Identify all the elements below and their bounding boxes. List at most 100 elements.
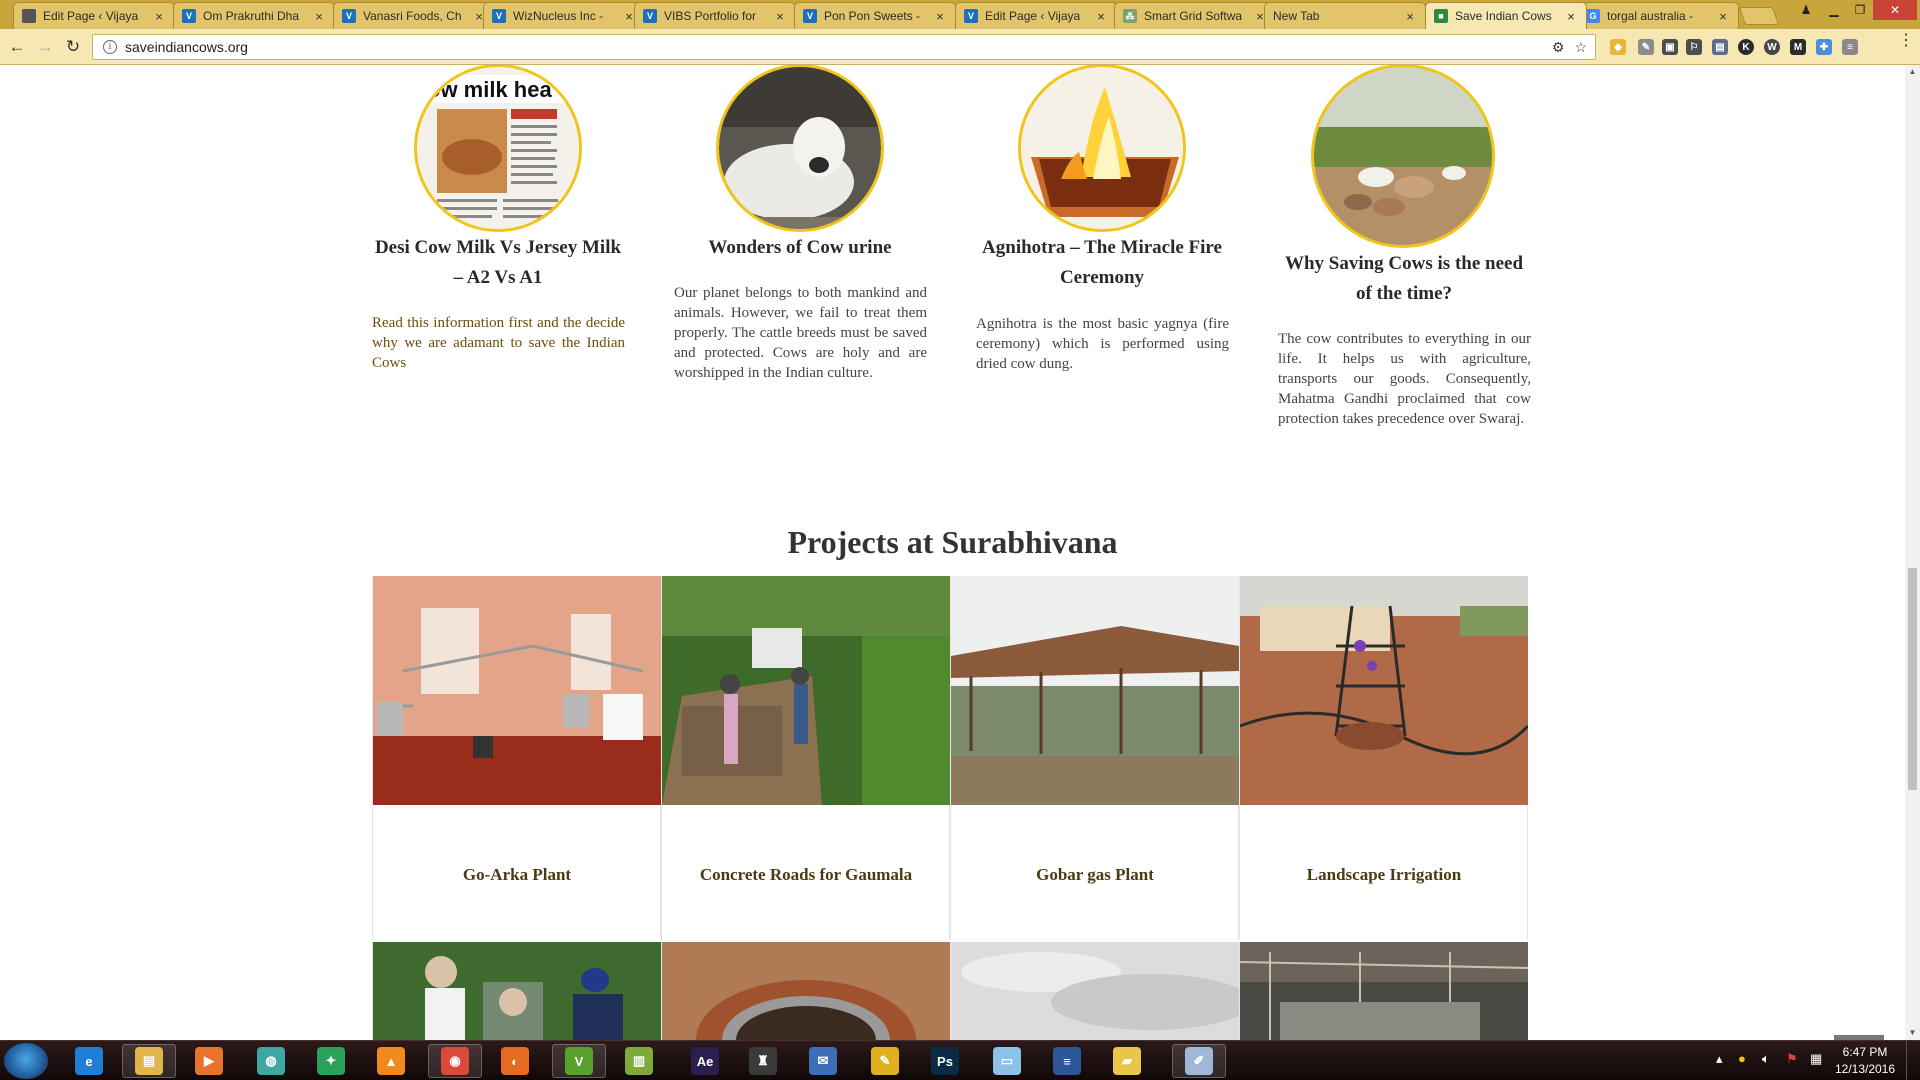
taskbar-app-button[interactable]: ▭ xyxy=(980,1044,1034,1078)
new-tab-button[interactable] xyxy=(1738,7,1780,25)
extension-icon[interactable]: ▤ xyxy=(1712,39,1728,55)
feature-title[interactable]: Why Saving Cows is the need of the time? xyxy=(1278,249,1530,309)
forward-arrow-icon[interactable]: → xyxy=(34,36,56,58)
tab-title[interactable]: Pon Pon Sweets - xyxy=(824,9,933,23)
taskbar-app-button[interactable]: Ps xyxy=(918,1044,972,1078)
browser-tab[interactable]: New Tab × xyxy=(1264,2,1426,29)
scrollbar-thumb[interactable] xyxy=(1908,568,1917,790)
scroll-down-arrow-icon[interactable]: ▼ xyxy=(1908,1028,1917,1037)
feature-image-calf[interactable] xyxy=(716,65,884,232)
close-tab-icon[interactable]: × xyxy=(1403,9,1417,24)
project-caption[interactable]: Go-Arka Plant xyxy=(373,865,661,885)
taskbar-app-button[interactable]: V xyxy=(552,1044,606,1078)
page-scrollbar[interactable]: ▲ ▼ xyxy=(1905,65,1920,1040)
project-image[interactable] xyxy=(1240,576,1528,805)
wordpress-icon[interactable]: W xyxy=(1764,39,1780,55)
tab-title[interactable]: Om Prakruthi Dha xyxy=(203,9,312,23)
scroll-up-arrow-icon[interactable]: ▲ xyxy=(1908,67,1917,76)
system-clock[interactable]: 6:47 PM 12/13/2016 xyxy=(1833,1044,1897,1078)
extension-icon[interactable]: ≡ xyxy=(1842,39,1858,55)
project-image[interactable] xyxy=(373,576,661,805)
tray-app-icon[interactable]: ● xyxy=(1738,1051,1746,1066)
browser-tab[interactable]: V Pon Pon Sweets - × xyxy=(794,2,956,29)
browser-tab[interactable]: Gtorgal australia - × xyxy=(1577,2,1739,29)
taskbar-app-button[interactable]: ▥ xyxy=(612,1044,666,1078)
browser-tab[interactable]: V Edit Page ‹ Vijaya × xyxy=(955,2,1117,29)
close-tab-icon[interactable]: × xyxy=(1564,9,1578,24)
volume-icon[interactable]: 🔈︎ xyxy=(1762,1051,1770,1067)
tab-title[interactable]: Save Indian Cows xyxy=(1455,9,1564,23)
show-desktop-button[interactable] xyxy=(1906,1041,1920,1080)
close-tab-icon[interactable]: × xyxy=(152,9,166,24)
browser-tab[interactable]: Edit Page ‹ Vijaya × xyxy=(13,2,175,29)
network-icon[interactable]: ▦ xyxy=(1810,1051,1822,1067)
taskbar-app-button[interactable]: ◍ xyxy=(244,1044,298,1078)
extension-icon[interactable]: ⚐ xyxy=(1686,39,1702,55)
back-arrow-icon[interactable]: ← xyxy=(6,36,28,58)
taskbar-app-button[interactable]: ≡ xyxy=(1040,1044,1094,1078)
taskbar-app-button[interactable]: ✦ xyxy=(304,1044,358,1078)
feature-title[interactable]: Wonders of Cow urine xyxy=(674,233,926,263)
minimize-icon[interactable]: ▁ xyxy=(1821,0,1847,20)
project-image[interactable] xyxy=(662,942,950,1040)
project-card[interactable]: Go-Arka Plant xyxy=(372,576,661,940)
tab-title[interactable]: WizNucleus Inc - xyxy=(513,9,622,23)
project-caption[interactable]: Concrete Roads for Gaumala xyxy=(662,865,950,885)
project-card[interactable]: Landscape Irrigation xyxy=(1239,576,1528,940)
taskbar-app-button[interactable]: e xyxy=(62,1044,116,1078)
taskbar-app-button[interactable]: ▰ xyxy=(1100,1044,1154,1078)
taskbar-app-button[interactable]: ◐ xyxy=(488,1044,542,1078)
project-caption[interactable]: Gobar gas Plant xyxy=(951,865,1239,885)
close-tab-icon[interactable]: × xyxy=(773,9,787,24)
browser-tab[interactable]: V VIBS Portfolio for × xyxy=(634,2,796,29)
extension-icon[interactable]: ✚ xyxy=(1816,39,1832,55)
tab-title[interactable]: Edit Page ‹ Vijaya xyxy=(43,9,152,23)
tab-title[interactable]: Edit Page ‹ Vijaya xyxy=(985,9,1094,23)
tab-title[interactable]: New Tab xyxy=(1273,9,1403,23)
taskbar-app-button[interactable]: ▶ xyxy=(182,1044,236,1078)
taskbar-app-button[interactable]: Ae xyxy=(678,1044,732,1078)
close-tab-icon[interactable]: × xyxy=(1094,9,1108,24)
taskbar-app-button[interactable]: ✉ xyxy=(796,1044,850,1078)
project-card[interactable]: Gobar gas Plant xyxy=(950,576,1239,940)
taskbar-app-button[interactable]: ▲ xyxy=(364,1044,418,1078)
address-bar[interactable]: i saveindiancows.org ⚙ ☆ xyxy=(92,34,1596,60)
url-text[interactable]: saveindiancows.org xyxy=(125,39,248,55)
restore-icon[interactable]: ❐ xyxy=(1847,0,1873,20)
project-card[interactable] xyxy=(1239,942,1528,1040)
browser-tab[interactable]: V Om Prakruthi Dha × xyxy=(173,2,335,29)
close-tab-icon[interactable]: × xyxy=(933,9,947,24)
project-caption[interactable]: Landscape Irrigation xyxy=(1240,865,1528,885)
tab-title[interactable]: torgal australia - xyxy=(1607,9,1716,23)
feature-title[interactable]: Agnihotra – The Miracle Fire Ceremony xyxy=(976,233,1228,293)
reload-icon[interactable]: ↻ xyxy=(62,36,84,58)
project-card[interactable]: Concrete Roads for Gaumala xyxy=(661,576,950,940)
site-info-icon[interactable]: i xyxy=(103,40,117,54)
translate-icon[interactable]: ⚙ xyxy=(1552,39,1565,56)
project-image[interactable] xyxy=(951,576,1239,805)
project-image[interactable] xyxy=(373,942,661,1040)
feature-image-milk[interactable]: ow milk hea xyxy=(414,65,582,232)
close-window-icon[interactable]: ✕ xyxy=(1873,0,1917,20)
extension-icon[interactable]: M xyxy=(1790,39,1806,55)
bookmark-star-icon[interactable]: ☆ xyxy=(1574,39,1587,56)
start-button[interactable] xyxy=(4,1043,48,1079)
extension-icon[interactable]: ▣ xyxy=(1662,39,1678,55)
tab-title[interactable]: Vanasri Foods, Ch xyxy=(363,9,472,23)
tray-expand-icon[interactable]: ▴ xyxy=(1716,1051,1723,1067)
project-image[interactable] xyxy=(1240,942,1528,1040)
browser-tab[interactable]: V Vanasri Foods, Ch × xyxy=(333,2,495,29)
project-card[interactable] xyxy=(372,942,661,1040)
extension-icon[interactable]: ✎ xyxy=(1638,39,1654,55)
tab-title[interactable]: Smart Grid Softwa xyxy=(1144,9,1253,23)
taskbar-app-button[interactable]: ♜ xyxy=(736,1044,790,1078)
extension-icon[interactable]: K xyxy=(1738,39,1754,55)
project-card[interactable] xyxy=(661,942,950,1040)
taskbar-app-button[interactable]: ✎ xyxy=(858,1044,912,1078)
feature-image-herd[interactable] xyxy=(1311,65,1495,248)
taskbar-app-button[interactable]: ✐ xyxy=(1172,1044,1226,1078)
action-center-flag-icon[interactable]: ⚑ xyxy=(1786,1051,1798,1067)
taskbar-app-button[interactable]: ▤ xyxy=(122,1044,176,1078)
browser-menu-icon[interactable]: ⋮ xyxy=(1898,33,1914,49)
browser-tab[interactable]: V WizNucleus Inc - × xyxy=(483,2,645,29)
